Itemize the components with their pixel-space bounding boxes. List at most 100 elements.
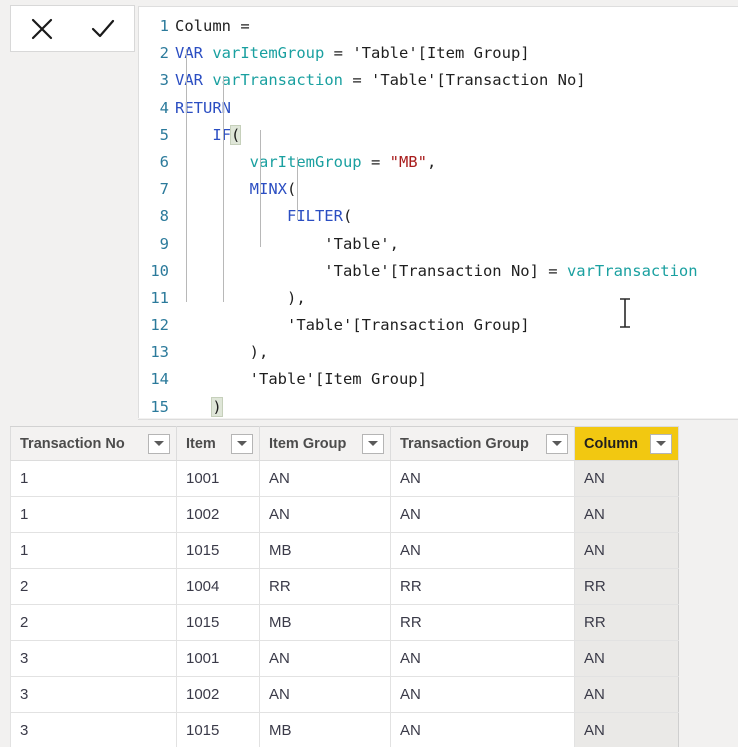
table-cell[interactable]: AN [390,460,575,497]
table-cell[interactable]: 1015 [176,532,260,569]
table-cell[interactable]: AN [259,676,391,713]
code-token-plain: ), [175,343,269,362]
code-text: ) [175,396,223,417]
table-row[interactable]: 1 1002 AN AN AN [10,496,679,533]
table-cell[interactable]: 2 [10,568,177,605]
table-row[interactable]: 3 1001 AN AN AN [10,640,679,677]
table-header-row: Transaction No Item Item Group Transaction … [10,426,679,461]
code-line: 4 RETURN [160,95,738,122]
table-cell[interactable]: AN [574,676,679,713]
table-cell[interactable]: 1002 [176,496,260,533]
code-token-plain: = 'Table'[Transaction No] [343,71,586,90]
table-cell[interactable]: AN [574,640,679,677]
table-cell[interactable]: RR [259,568,391,605]
table-cell[interactable]: AN [574,496,679,533]
check-icon[interactable] [80,9,126,49]
table-cell[interactable]: 3 [10,676,177,713]
table-cell[interactable]: 1001 [176,640,260,677]
table-cell[interactable]: 1015 [176,604,260,641]
data-preview-pane: Transaction No Item Item Group Transaction … [0,426,738,747]
code-text: 'Table'[Transaction Group] [175,316,530,334]
table-cell[interactable]: RR [390,604,575,641]
chevron-down-icon[interactable] [650,433,672,454]
column-header[interactable]: Column [574,426,679,461]
table-cell[interactable]: AN [574,712,679,747]
chevron-down-icon[interactable] [362,433,384,454]
cancel-icon[interactable] [19,9,65,49]
table-row[interactable]: 3 1015 MB AN AN [10,712,679,747]
code-token-plain: 'Table', [175,234,399,253]
table-row[interactable]: 2 1004 RR RR RR [10,568,679,605]
code-text: 'Table'[Transaction No] = varTransaction [175,261,698,280]
text-cursor-icon [618,298,632,328]
column-header[interactable]: Transaction Group [390,426,575,461]
table-cell[interactable]: 1004 [176,568,260,605]
table-cell[interactable]: RR [574,604,679,641]
code-token-var: varItemGroup [249,152,362,171]
column-header[interactable]: Item Group [259,426,391,461]
table-cell[interactable]: AN [259,640,391,677]
table-cell[interactable]: 1002 [176,676,260,713]
table-cell[interactable]: 3 [10,640,177,677]
code-text: VAR varTransaction = 'Table'[Transaction… [175,71,586,89]
table-cell[interactable]: 1001 [176,460,260,497]
column-header-label: Item Group [269,435,347,452]
code-line: 1 Column = [160,13,738,40]
code-line: 13 ), [150,339,738,366]
table-cell[interactable]: AN [390,712,575,747]
table-row[interactable]: 1 1001 AN AN AN [10,460,679,497]
table-cell[interactable]: 2 [10,604,177,641]
table-cell[interactable]: MB [259,712,391,747]
table-cell[interactable]: RR [390,568,575,605]
line-number: 6 [159,152,169,171]
line-number: 8 [159,207,169,226]
table-cell[interactable]: 1 [10,460,177,497]
column-header[interactable]: Item [176,426,260,461]
table-cell[interactable]: AN [574,532,679,569]
code-token-var: varTransaction [566,261,698,280]
table-cell[interactable]: AN [390,640,575,677]
table-cell[interactable]: AN [390,676,575,713]
code-token-plain: 'Table'[Transaction Group] [175,316,530,335]
indent-guide [223,76,224,302]
table-cell[interactable]: 1 [10,496,177,533]
table-row[interactable]: 3 1002 AN AN AN [10,676,679,713]
table-cell[interactable]: AN [574,460,679,497]
line-number: 14 [150,370,169,389]
code-lines: 1 Column = 2 VAR varItemGroup = 'Table'[Ite… [139,7,738,418]
caret-glyph [237,441,247,446]
table-cell[interactable]: AN [259,496,391,533]
code-token-fn: MINX [249,180,287,199]
code-text: Column = [175,17,250,35]
code-token-plain: ), [175,288,306,307]
chevron-down-icon[interactable] [546,433,568,454]
table-row[interactable]: 1 1015 MB AN AN [10,532,679,569]
formula-commit-toolbar [10,5,135,52]
table-cell[interactable]: AN [390,532,575,569]
table-row[interactable]: 2 1015 MB RR RR [10,604,679,641]
chevron-down-icon[interactable] [148,433,170,454]
chevron-down-icon[interactable] [231,433,253,454]
code-token-plain: = 'Table'[Item Group] [324,44,530,63]
line-number: 15 [150,397,169,416]
code-token-plain: Column = [175,17,250,35]
line-number: 11 [150,288,169,307]
table-cell[interactable]: 3 [10,712,177,747]
code-token-plain: 'Table'[Transaction No] = [175,261,567,280]
dax-code-editor[interactable]: 1 Column = 2 VAR varItemGroup = 'Table'[Ite… [138,6,738,418]
caret-glyph [368,441,378,446]
table-cell[interactable]: 1015 [176,712,260,747]
table-cell[interactable]: 1 [10,532,177,569]
column-header[interactable]: Transaction No [10,426,177,461]
data-table: Transaction No Item Item Group Transaction … [10,426,679,747]
table-cell[interactable]: AN [259,460,391,497]
line-number: 13 [150,343,169,362]
code-token-fn: FILTER [286,207,343,226]
table-cell[interactable]: AN [390,496,575,533]
table-cell[interactable]: MB [259,604,391,641]
code-text: FILTER( [175,207,352,225]
table-cell[interactable]: MB [259,532,391,569]
table-cell[interactable]: RR [574,568,679,605]
